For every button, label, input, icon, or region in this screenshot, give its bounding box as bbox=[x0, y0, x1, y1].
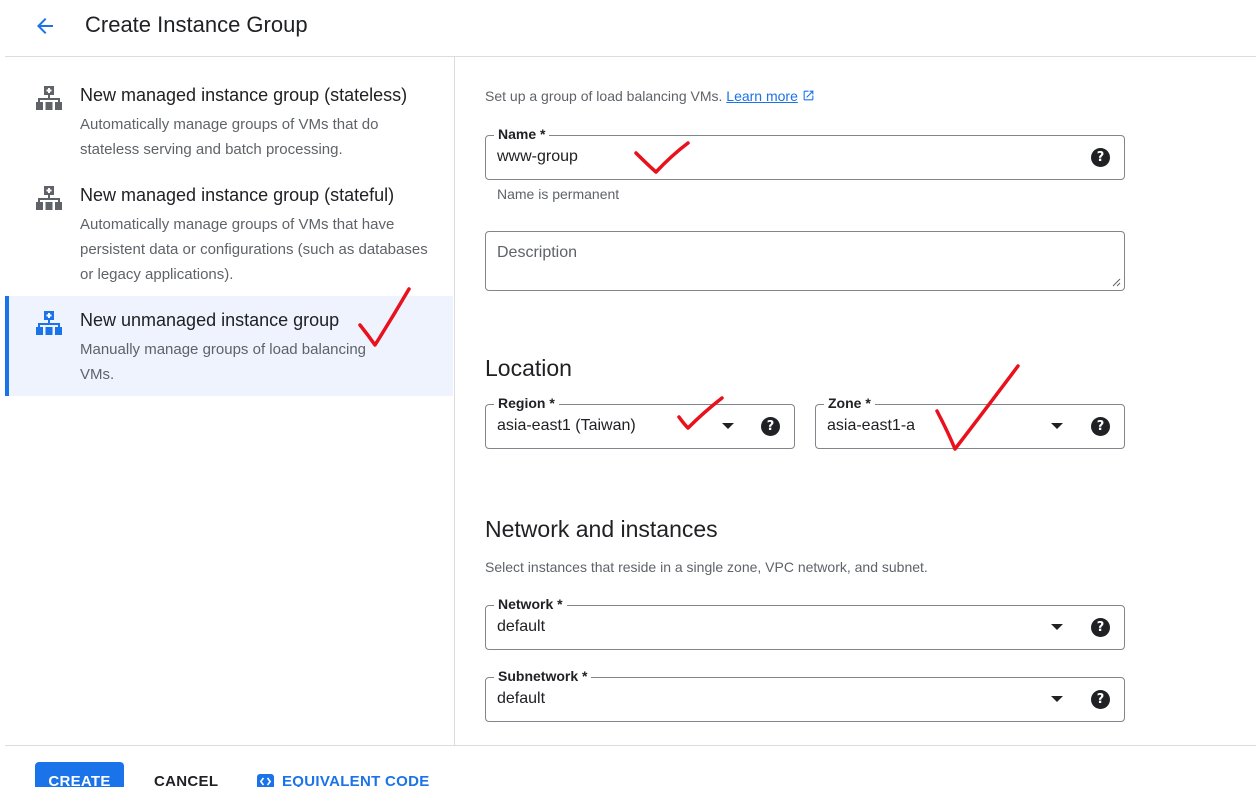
name-value: www-group bbox=[497, 148, 578, 165]
instance-group-icon bbox=[36, 186, 62, 210]
zone-value: asia-east1-a bbox=[827, 417, 916, 434]
region-label: Region * bbox=[494, 395, 559, 411]
network-label: Network * bbox=[494, 596, 567, 612]
equivalent-code-button[interactable]: EQUIVALENT CODE bbox=[257, 773, 430, 787]
zone-select[interactable]: Zone * asia-east1-a ? bbox=[815, 395, 1125, 449]
option-title: New unmanaged instance group bbox=[80, 310, 340, 330]
option-description: Automatically manage groups of VMs that … bbox=[80, 116, 379, 158]
subnetwork-value: default bbox=[497, 690, 546, 707]
help-icon[interactable]: ? bbox=[1091, 690, 1110, 709]
intro-text: Set up a group of load balancing VMs. Le… bbox=[485, 88, 815, 104]
equivalent-code-label: EQUIVALENT CODE bbox=[282, 773, 430, 787]
chevron-down-icon[interactable] bbox=[1051, 624, 1063, 630]
chevron-down-icon[interactable] bbox=[1051, 423, 1063, 429]
network-value: default bbox=[497, 618, 546, 635]
group-type-panel: New managed instance group (stateless) A… bbox=[5, 57, 455, 745]
cancel-button[interactable]: CANCEL bbox=[154, 773, 218, 787]
code-icon bbox=[257, 774, 274, 787]
page-header: Create Instance Group bbox=[5, 0, 1256, 57]
zone-label: Zone * bbox=[824, 395, 875, 411]
description-input[interactable] bbox=[485, 231, 1125, 291]
option-managed-stateful[interactable]: New managed instance group (stateful) Au… bbox=[5, 185, 453, 290]
region-value: asia-east1 (Taiwan) bbox=[497, 417, 636, 434]
help-icon[interactable]: ? bbox=[1091, 417, 1110, 436]
name-hint: Name is permanent bbox=[497, 186, 620, 202]
chevron-down-icon[interactable] bbox=[722, 423, 734, 429]
option-description: Manually manage groups of load balancing… bbox=[80, 341, 367, 383]
option-description: Automatically manage groups of VMs that … bbox=[80, 216, 428, 283]
option-managed-stateless[interactable]: New managed instance group (stateless) A… bbox=[5, 85, 453, 165]
option-title: New managed instance group (stateful) bbox=[80, 185, 395, 205]
name-field[interactable]: Name * www-group ? bbox=[485, 126, 1125, 180]
arrow-back-icon bbox=[37, 18, 53, 34]
learn-more-label: Learn more bbox=[726, 88, 798, 104]
network-section-title: Network and instances bbox=[485, 516, 718, 542]
region-select[interactable]: Region * asia-east1 (Taiwan) ? bbox=[485, 395, 795, 449]
subnetwork-select[interactable]: Subnetwork * default ? bbox=[485, 668, 1125, 722]
help-icon[interactable]: ? bbox=[1091, 618, 1110, 637]
back-button[interactable] bbox=[27, 11, 63, 41]
action-bar: CREATE CANCEL EQUIVALENT CODE bbox=[5, 745, 1256, 787]
location-title: Location bbox=[485, 355, 572, 381]
name-label: Name * bbox=[494, 126, 550, 142]
instance-group-icon bbox=[36, 311, 62, 335]
code-brackets-icon bbox=[260, 777, 271, 786]
learn-more-link[interactable]: Learn more bbox=[726, 88, 798, 104]
option-unmanaged-inner: New unmanaged instance group Manually ma… bbox=[9, 310, 453, 390]
network-select[interactable]: Network * default ? bbox=[485, 596, 1125, 650]
instance-group-icon bbox=[36, 86, 62, 110]
form-panel: Set up a group of load balancing VMs. Le… bbox=[455, 57, 1256, 745]
open-in-new-icon bbox=[803, 90, 814, 101]
subnetwork-label: Subnetwork * bbox=[494, 668, 592, 684]
option-title: New managed instance group (stateless) bbox=[80, 85, 408, 105]
page-title: Create Instance Group bbox=[85, 12, 308, 37]
option-unmanaged[interactable]: New unmanaged instance group Manually ma… bbox=[5, 296, 453, 396]
help-icon[interactable]: ? bbox=[1091, 148, 1110, 167]
chevron-down-icon[interactable] bbox=[1051, 696, 1063, 702]
create-button[interactable]: CREATE bbox=[35, 762, 124, 787]
intro-description: Set up a group of load balancing VMs. bbox=[485, 88, 723, 104]
help-icon[interactable]: ? bbox=[761, 417, 780, 436]
network-section-description: Select instances that reside in a single… bbox=[485, 559, 928, 575]
